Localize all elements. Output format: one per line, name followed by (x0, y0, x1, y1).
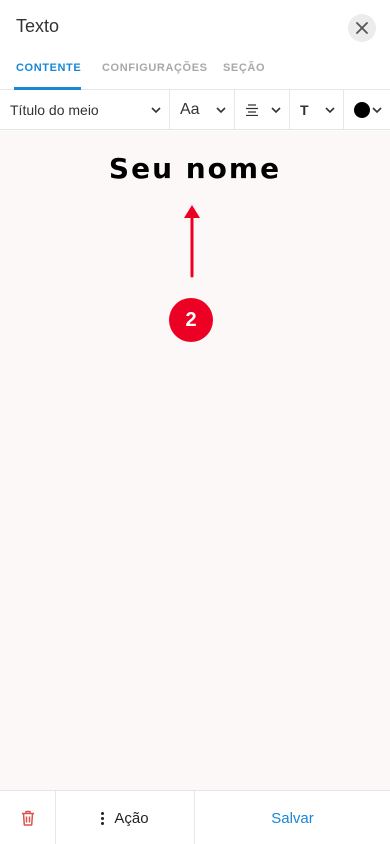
tab-bar: CONTENTE CONFIGURAÇÕES SEÇÃO (0, 56, 390, 90)
close-icon (356, 22, 368, 34)
text-case-dropdown[interactable]: Aa (170, 90, 235, 129)
tab-settings[interactable]: CONFIGURAÇÕES (102, 62, 208, 74)
chevron-down-icon (151, 106, 161, 113)
bottom-action-bar: Ação Salvar (0, 790, 390, 844)
action-label: Ação (114, 809, 149, 827)
tab-content[interactable]: CONTENTE (16, 62, 81, 74)
arrow-up-icon (184, 205, 200, 278)
action-menu-button[interactable]: Ação (56, 791, 195, 844)
chevron-down-icon (372, 106, 382, 113)
align-center-icon (246, 103, 258, 116)
panel-header: Texto (0, 0, 390, 56)
close-button[interactable] (348, 14, 376, 42)
trash-icon (21, 810, 34, 826)
text-color-dropdown[interactable] (344, 90, 390, 129)
color-swatch (354, 101, 370, 118)
text-style-value: Título do meio (10, 101, 99, 118)
panel-title: Texto (16, 16, 60, 36)
chevron-down-icon (325, 106, 335, 113)
step-badge: 2 (169, 298, 213, 342)
chevron-down-icon (271, 106, 281, 113)
delete-button[interactable] (0, 791, 56, 844)
text-type-value: T (300, 101, 309, 118)
text-toolbar: Título do meio Aa T (0, 90, 390, 130)
text-case-value: Aa (180, 100, 200, 118)
canvas-heading-text[interactable]: Seu nome (0, 152, 390, 185)
tab-section[interactable]: SEÇÃO (223, 62, 265, 74)
text-type-dropdown[interactable]: T (290, 90, 344, 129)
chevron-down-icon (216, 106, 226, 113)
text-style-dropdown[interactable]: Título do meio (0, 90, 170, 129)
save-button[interactable]: Salvar (195, 791, 390, 844)
text-align-dropdown[interactable] (235, 90, 290, 129)
more-vertical-icon (101, 811, 105, 825)
